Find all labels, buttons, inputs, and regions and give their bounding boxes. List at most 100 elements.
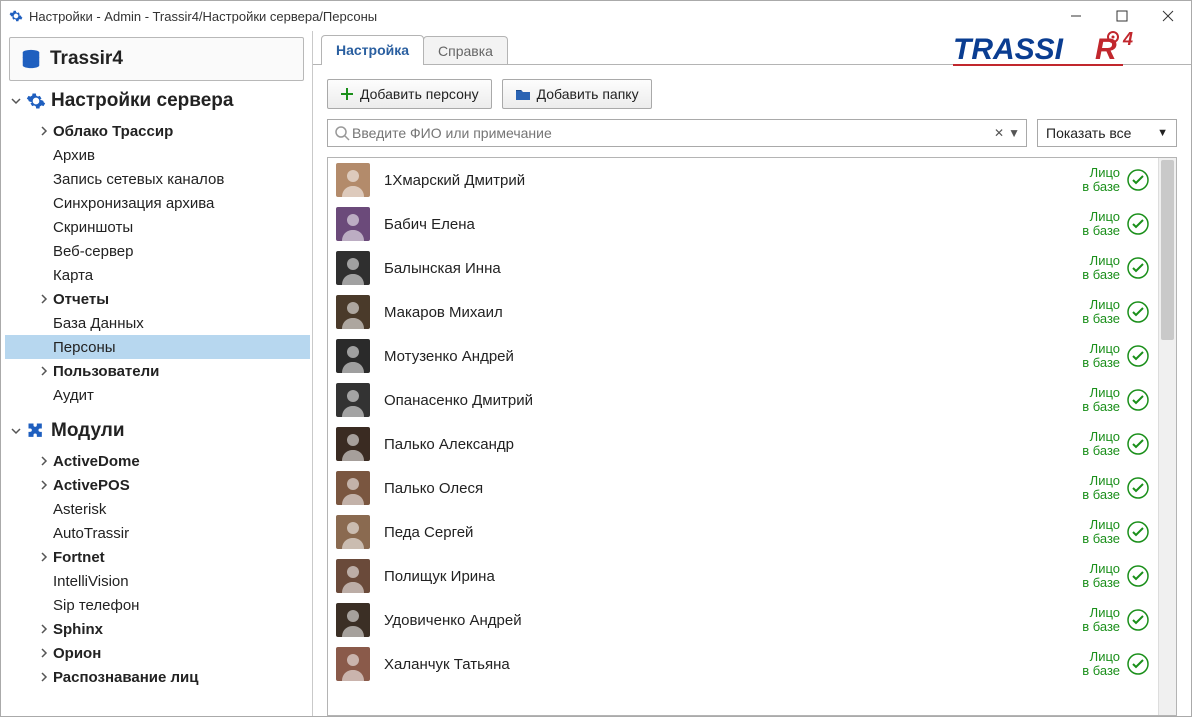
person-item[interactable]: Балынская ИннаЛицов базе xyxy=(328,246,1158,290)
clear-search-icon[interactable]: ✕ xyxy=(994,126,1004,140)
tree-item[interactable]: Облако Трассир xyxy=(5,119,310,143)
folder-icon xyxy=(515,87,531,101)
tree-item[interactable]: Архив xyxy=(5,143,310,167)
add-folder-button[interactable]: Добавить папку xyxy=(502,79,652,109)
status-badge: Лицов базе xyxy=(1082,650,1150,677)
svg-text:TRASSI: TRASSI xyxy=(953,33,1064,66)
close-button[interactable] xyxy=(1145,1,1191,31)
chevron-right-icon xyxy=(37,268,51,282)
tab-help[interactable]: Справка xyxy=(423,36,508,64)
tree-item[interactable]: Аудит xyxy=(5,383,310,407)
tree-item[interactable]: Скриншоты xyxy=(5,215,310,239)
person-item[interactable]: Палько АлександрЛицов базе xyxy=(328,422,1158,466)
person-item[interactable]: Опанасенко ДмитрийЛицов базе xyxy=(328,378,1158,422)
chevron-right-icon xyxy=(37,526,51,540)
check-circle-icon xyxy=(1126,256,1150,280)
plus-icon xyxy=(340,87,354,101)
tree-item[interactable]: Запись сетевых каналов xyxy=(5,167,310,191)
tree-item[interactable]: AutoTrassir xyxy=(5,521,310,545)
tree-item[interactable]: Отчеты xyxy=(5,287,310,311)
tree-item-label: Облако Трассир xyxy=(53,123,173,140)
person-item[interactable]: Мотузенко АндрейЛицов базе xyxy=(328,334,1158,378)
avatar xyxy=(336,471,370,505)
person-item[interactable]: Бабич ЕленаЛицов базе xyxy=(328,202,1158,246)
person-list-container: 1Хмарский ДмитрийЛицов базеБабич ЕленаЛи… xyxy=(327,157,1177,716)
person-item[interactable]: Халанчук ТатьянаЛицов базе xyxy=(328,642,1158,686)
status-badge: Лицов базе xyxy=(1082,518,1150,545)
titlebar: Настройки - Admin - Trassir4/Настройки с… xyxy=(1,1,1191,31)
chevron-right-icon xyxy=(37,502,51,516)
tree-item[interactable]: Веб-сервер xyxy=(5,239,310,263)
scrollbar[interactable] xyxy=(1158,158,1176,715)
tree-item[interactable]: Пользователи xyxy=(5,359,310,383)
person-item[interactable]: 1Хмарский ДмитрийЛицов базе xyxy=(328,158,1158,202)
tree-item-label: Аудит xyxy=(53,387,94,404)
person-name: Балынская Инна xyxy=(384,260,1082,277)
avatar xyxy=(336,647,370,681)
tree-item[interactable]: База Данных xyxy=(5,311,310,335)
tree-heading-server-settings[interactable]: Настройки сервера xyxy=(5,89,310,113)
chevron-down-icon: ▼ xyxy=(1157,127,1168,139)
main-panel: Настройка Справка Добавить персону Добав… xyxy=(313,31,1191,716)
chevron-right-icon xyxy=(37,388,51,402)
tree-item[interactable]: ActiveDome xyxy=(5,449,310,473)
person-name: Палько Александр xyxy=(384,436,1082,453)
tree-item[interactable]: ActivePOS xyxy=(5,473,310,497)
tree-item-label: Скриншоты xyxy=(53,219,133,236)
tree-heading-modules[interactable]: Модули xyxy=(5,419,310,443)
tree-item[interactable]: Распознавание лиц xyxy=(5,665,310,689)
chevron-right-icon xyxy=(37,316,51,330)
tree-item[interactable]: IntelliVision xyxy=(5,569,310,593)
person-name: Мотузенко Андрей xyxy=(384,348,1082,365)
tree-item[interactable]: Sip телефон xyxy=(5,593,310,617)
check-circle-icon xyxy=(1126,652,1150,676)
database-icon xyxy=(20,48,42,70)
search-dropdown-icon[interactable]: ▼ xyxy=(1008,126,1020,140)
tree-item-label: Sphinx xyxy=(53,621,103,638)
add-person-button[interactable]: Добавить персону xyxy=(327,79,492,109)
person-name: Палько Олеся xyxy=(384,480,1082,497)
tree-item-label: AutoTrassir xyxy=(53,525,129,542)
tree-item[interactable]: Синхронизация архива xyxy=(5,191,310,215)
avatar xyxy=(336,295,370,329)
filter-select[interactable]: Показать все ▼ xyxy=(1037,119,1177,147)
tab-settings[interactable]: Настройка xyxy=(321,35,424,64)
filter-bar: ✕ ▼ Показать все ▼ xyxy=(313,117,1191,157)
search-field[interactable] xyxy=(350,124,990,142)
scroll-thumb[interactable] xyxy=(1161,160,1174,340)
chevron-right-icon xyxy=(37,364,51,378)
tree-item-label: ActivePOS xyxy=(53,477,130,494)
person-item[interactable]: Макаров МихаилЛицов базе xyxy=(328,290,1158,334)
person-item[interactable]: Педа СергейЛицов базе xyxy=(328,510,1158,554)
tree-item-label: ActiveDome xyxy=(53,453,140,470)
person-item[interactable]: Удовиченко АндрейЛицов базе xyxy=(328,598,1158,642)
sidebar: Trassir4 Настройки сервера Облако Трассир… xyxy=(1,31,313,716)
chevron-right-icon xyxy=(37,292,51,306)
search-input[interactable]: ✕ ▼ xyxy=(327,119,1027,147)
avatar xyxy=(336,559,370,593)
status-badge: Лицов базе xyxy=(1082,210,1150,237)
tree-item[interactable]: Орион xyxy=(5,641,310,665)
person-name: Бабич Елена xyxy=(384,216,1082,233)
check-circle-icon xyxy=(1126,212,1150,236)
person-item[interactable]: Палько ОлесяЛицов базе xyxy=(328,466,1158,510)
minimize-button[interactable] xyxy=(1053,1,1099,31)
chevron-right-icon xyxy=(37,172,51,186)
tree-item[interactable]: Asterisk xyxy=(5,497,310,521)
tree-item[interactable]: Sphinx xyxy=(5,617,310,641)
check-circle-icon xyxy=(1126,388,1150,412)
check-circle-icon xyxy=(1126,432,1150,456)
chevron-right-icon xyxy=(37,454,51,468)
avatar xyxy=(336,383,370,417)
maximize-button[interactable] xyxy=(1099,1,1145,31)
server-box[interactable]: Trassir4 xyxy=(9,37,304,81)
tree-item[interactable]: Fortnet xyxy=(5,545,310,569)
avatar xyxy=(336,251,370,285)
chevron-right-icon xyxy=(37,574,51,588)
logo: TRASSI R 4 xyxy=(953,29,1173,72)
chevron-right-icon xyxy=(37,598,51,612)
person-item[interactable]: Полищук ИринаЛицов базе xyxy=(328,554,1158,598)
tree-item[interactable]: Персоны xyxy=(5,335,310,359)
tree-item[interactable]: Карта xyxy=(5,263,310,287)
tree-item-label: Asterisk xyxy=(53,501,106,518)
